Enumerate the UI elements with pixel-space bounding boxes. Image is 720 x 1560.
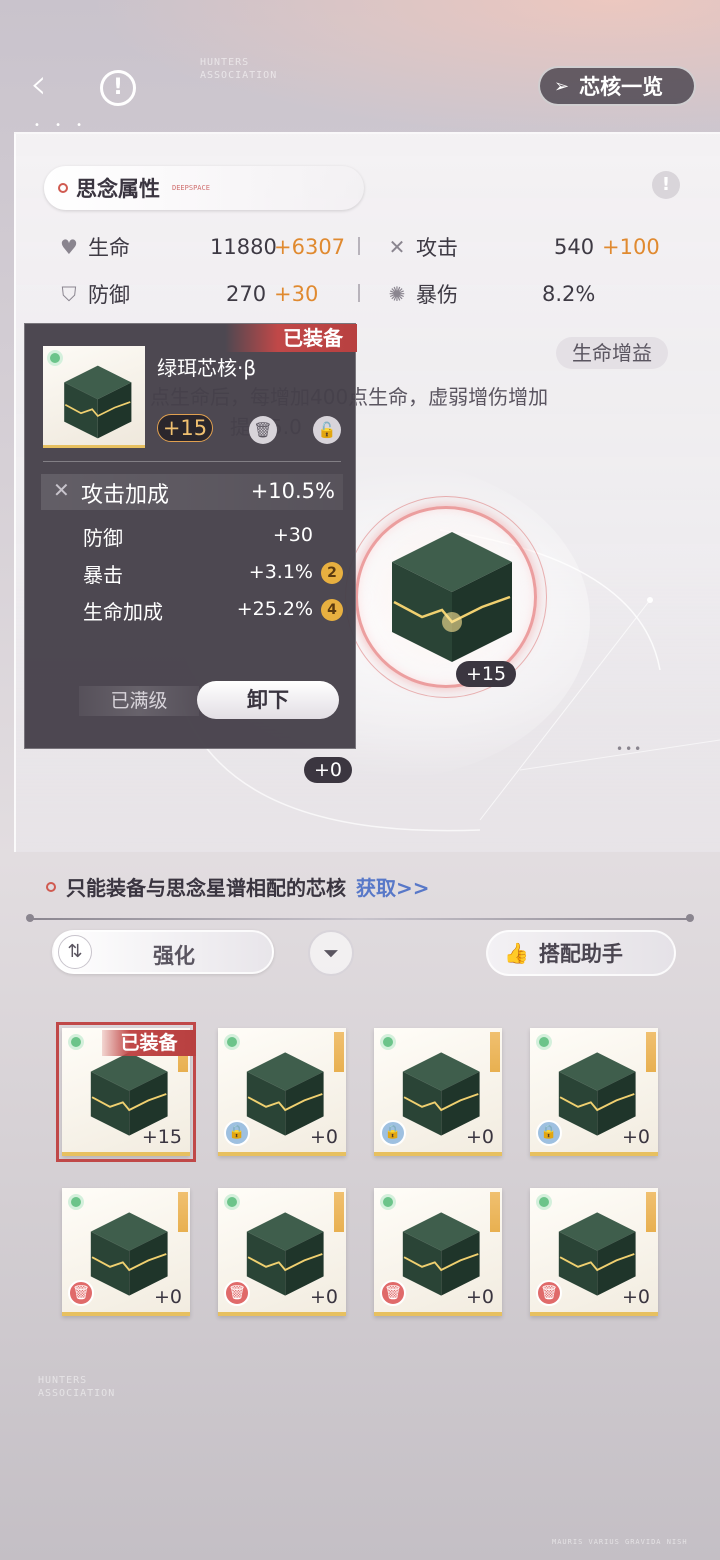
send-arrow-icon: ➢ <box>554 75 570 97</box>
core-card[interactable]: 🔒 +0 <box>530 1028 658 1156</box>
equipped-ribbon: 已装备 <box>225 324 357 352</box>
shield-icon: ⛉ <box>61 282 77 306</box>
gain-tag: 生命增益 <box>556 337 668 369</box>
rarity-dot-icon <box>224 1194 240 1210</box>
divider-dot <box>26 914 34 922</box>
trash-icon[interactable]: 🗑 <box>68 1280 94 1306</box>
core-image <box>64 365 132 439</box>
unlock-icon[interactable]: 🔓 <box>313 416 341 444</box>
core-level: +0 <box>309 1286 338 1308</box>
trash-icon[interactable]: 🗑 <box>536 1280 562 1306</box>
acquire-link[interactable]: 获取>> <box>356 872 430 901</box>
info-icon[interactable]: ! <box>100 70 136 106</box>
attributes-title: 思念属性 <box>76 176 160 201</box>
stat-hp: ♥ 生命 11880 +6307 <box>58 232 348 262</box>
crossed-swords-icon: ✕ <box>53 478 70 502</box>
section-divider <box>28 918 692 920</box>
max-level-label: 已满级 <box>79 686 199 716</box>
rarity-dot-icon <box>68 1034 84 1050</box>
sort-button[interactable]: ⇅ 强化 <box>52 930 274 974</box>
filter-icon[interactable]: ⏷ <box>308 930 354 976</box>
stat-crit-dmg: ✺ 暴伤 8.2% <box>386 279 666 309</box>
rarity-dot-icon <box>380 1034 396 1050</box>
rarity-strip <box>490 1032 500 1072</box>
equipped-ribbon: 已装备 <box>102 1030 196 1056</box>
rarity-dot-icon <box>68 1194 84 1210</box>
rarity-strip <box>646 1192 656 1232</box>
stat-divider <box>358 284 360 302</box>
watermark-bottom: HUNTERS ASSOCIATION <box>38 1375 116 1399</box>
ring-bullet-icon <box>58 183 68 193</box>
upgrade-count-badge: 4 <box>321 599 343 621</box>
rarity-dot-icon <box>380 1194 396 1210</box>
stat-atk: ✕ 攻击 540 +100 <box>386 232 666 262</box>
rarity-dot-icon <box>536 1194 552 1210</box>
core-codex-button[interactable]: ➢ 芯核一览 <box>538 66 696 106</box>
core-level: +0 <box>465 1286 494 1308</box>
sub-stat-row: 生命加成 +25.2% 4 <box>83 596 343 624</box>
match-assistant-button[interactable]: 👍 搭配助手 <box>486 930 676 976</box>
trash-icon[interactable]: 🗑 <box>224 1280 250 1306</box>
panel-info-icon[interactable]: ! <box>652 171 680 199</box>
dots-decoration: • • • <box>34 120 89 131</box>
trash-icon[interactable]: 🗑 <box>249 416 277 444</box>
watermark-top: HUNTERS ASSOCIATION <box>200 57 278 81</box>
rarity-strip <box>490 1192 500 1232</box>
trash-icon[interactable]: 🗑 <box>380 1280 406 1306</box>
ring-bullet-icon <box>46 881 56 892</box>
popup-core-level: +15 <box>157 414 213 442</box>
upgrade-count-badge: 2 <box>321 562 343 584</box>
main-stat-row: ✕ 攻击加成 +10.5% <box>41 474 343 510</box>
match-hint: 只能装备与思念星谱相配的芯核 获取>> <box>46 872 430 901</box>
stat-divider <box>358 237 360 255</box>
lock-icon[interactable]: 🔒 <box>380 1120 406 1146</box>
popup-core-thumbnail <box>43 346 145 448</box>
attributes-tag: DEEPSPACE <box>172 184 210 192</box>
popup-divider <box>43 461 341 462</box>
sub-stat-row: 暴击 +3.1% 2 <box>83 559 343 587</box>
core-level: +0 <box>153 1286 182 1308</box>
core-card[interactable]: 已装备 +15 <box>56 1022 196 1162</box>
rarity-strip <box>178 1192 188 1232</box>
burst-icon: ✺ <box>388 282 406 306</box>
core-level: +0 <box>309 1126 338 1148</box>
core-detail-popup: 已装备 绿珥芯核·β +15 🗑 🔓 ✕ 攻击加成 +10.5% 防御 +30 … <box>24 323 357 749</box>
core-card[interactable]: 🗑 +0 <box>62 1188 190 1316</box>
unequip-button[interactable]: 卸下 <box>197 681 339 719</box>
rarity-strip <box>646 1032 656 1072</box>
divider-dot <box>686 914 694 922</box>
core-level: +0 <box>465 1126 494 1148</box>
back-icon[interactable]: ‹ <box>30 63 70 106</box>
sub-stat-row: 防御 +30 <box>83 524 313 550</box>
footer-text: MAURIS VARIUS GRAVIDA NISH <box>552 1538 688 1546</box>
core-card[interactable]: 🔒 +0 <box>218 1028 346 1156</box>
stat-def: ⛉ 防御 270 +30 <box>58 279 348 309</box>
rarity-strip <box>334 1032 344 1072</box>
core-level: +0 <box>621 1126 650 1148</box>
center-core-image <box>392 532 512 662</box>
core-card[interactable]: 🗑 +0 <box>374 1188 502 1316</box>
center-core-level: +15 <box>456 661 517 687</box>
more-dots-icon: ••• <box>616 742 644 756</box>
left-slot-level: +0 <box>304 757 353 783</box>
rarity-dot-icon <box>536 1034 552 1050</box>
popup-core-name: 绿珥芯核·β <box>157 356 257 380</box>
core-card[interactable]: 🔒 +0 <box>374 1028 502 1156</box>
core-card[interactable]: 🗑 +0 <box>218 1188 346 1316</box>
attributes-header: 思念属性 DEEPSPACE <box>44 166 364 210</box>
thumbs-up-icon: 👍 <box>504 941 529 965</box>
core-card[interactable]: 🗑 +0 <box>530 1188 658 1316</box>
rarity-dot-icon <box>224 1034 240 1050</box>
lock-icon[interactable]: 🔒 <box>224 1120 250 1146</box>
lock-icon[interactable]: 🔒 <box>536 1120 562 1146</box>
core-level: +0 <box>621 1286 650 1308</box>
rarity-strip <box>334 1192 344 1232</box>
crossed-swords-icon: ✕ <box>388 235 406 259</box>
heart-icon: ♥ <box>60 235 78 259</box>
core-level: +15 <box>141 1126 182 1148</box>
